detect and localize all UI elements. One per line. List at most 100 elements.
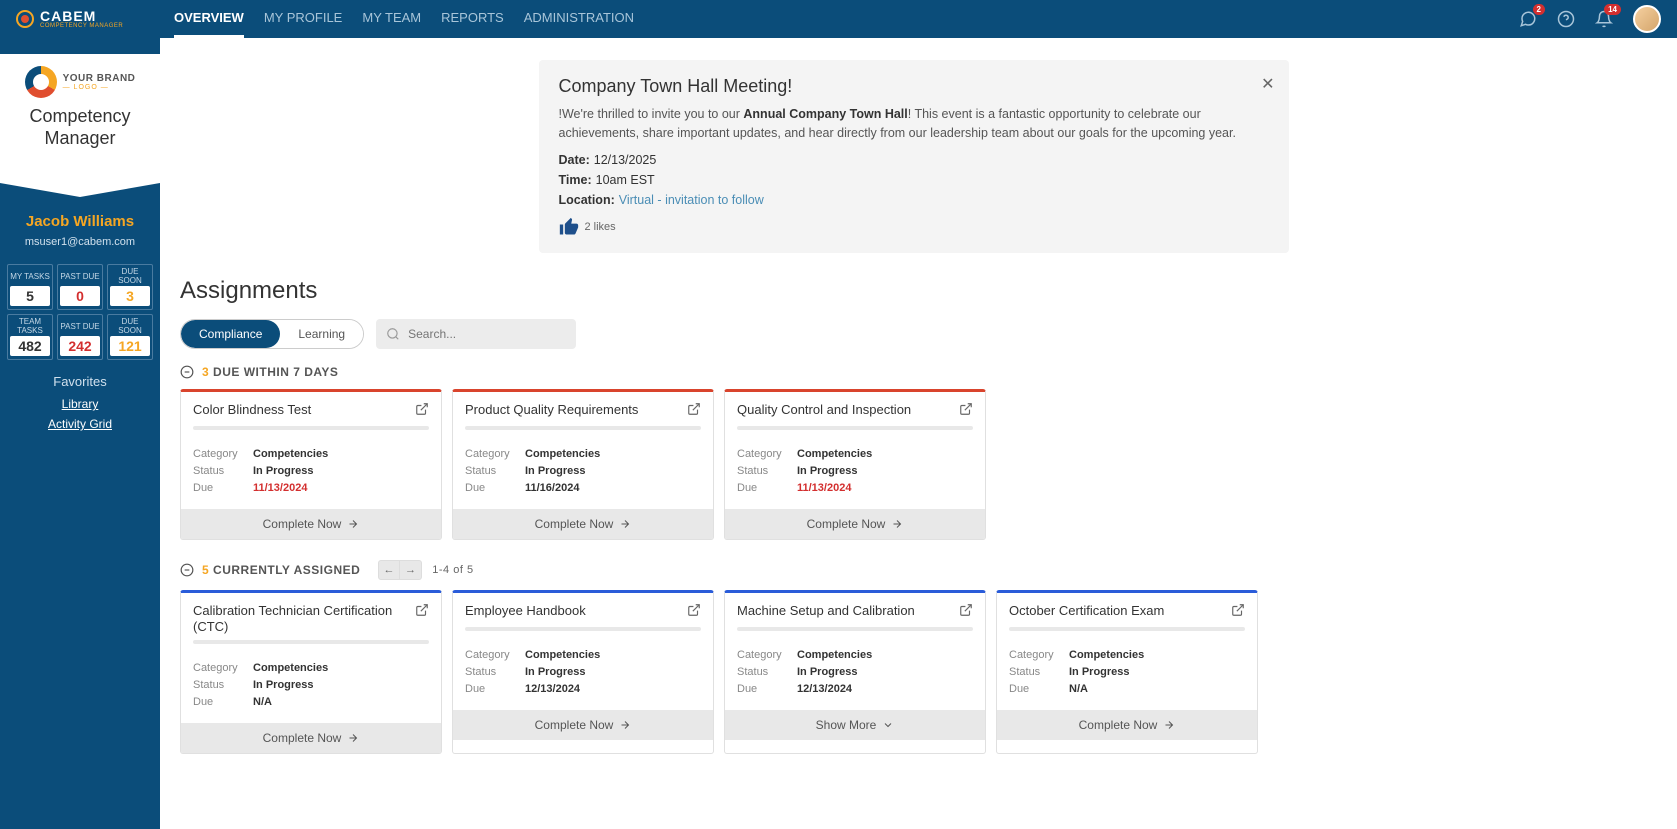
avatar[interactable] [1633,5,1661,33]
cabem-logo-icon [16,10,34,28]
help-icon[interactable] [1557,10,1575,28]
brand-logo: YOUR BRAND — LOGO — [0,66,160,98]
collapse-icon[interactable] [180,563,194,577]
card-status: In Progress [253,465,314,477]
progress-bar [193,640,429,644]
card-due: N/A [1069,683,1088,695]
arrow-right-icon [1163,719,1175,731]
card-action-button[interactable]: Complete Now [997,710,1257,740]
tab-compliance[interactable]: Compliance [181,320,280,348]
open-icon[interactable] [415,603,429,617]
card-due: 11/13/2024 [797,482,851,494]
progress-bar [1009,627,1245,631]
card-category: Competencies [797,649,872,661]
search-input[interactable] [376,319,576,349]
pager-text: 1-4 of 5 [432,564,473,576]
user-email: msuser1@cabem.com [25,236,135,248]
announce-time: Time:10am EST [559,173,1269,187]
card-status: In Progress [797,465,858,477]
cabem-logo-sub: COMPETENCY MANAGER [40,23,123,29]
likes-row[interactable]: 2 likes [559,217,1269,237]
card-title: October Certification Exam [1009,603,1164,620]
group-header: 3 DUE WITHIN 7 DAYS [180,365,1647,379]
user-name: Jacob Williams [26,213,134,230]
topnav-item-administration[interactable]: ADMINISTRATION [524,0,634,38]
card-due: 12/13/2024 [525,683,580,695]
search-icon [386,327,400,341]
brand-text-line1: YOUR BRAND [63,73,136,84]
card-category: Competencies [525,649,600,661]
assignment-card: Product Quality Requirements CategoryCom… [452,389,714,540]
chat-badge: 2 [1533,4,1545,15]
announce-location: Location:Virtual - invitation to follow [559,193,1269,207]
stat-due-soon[interactable]: DUE SOON121 [107,314,153,360]
card-action-button[interactable]: Complete Now [181,723,441,753]
card-title: Product Quality Requirements [465,402,638,419]
stat-past-due[interactable]: PAST DUE242 [57,314,103,360]
open-icon[interactable] [687,402,701,416]
cabem-logo[interactable]: CABEM COMPETENCY MANAGER [16,9,158,29]
card-title: Quality Control and Inspection [737,402,911,419]
cabem-logo-text: CABEM [40,9,123,23]
collapse-icon[interactable] [180,365,194,379]
progress-bar [465,426,701,430]
bell-badge: 14 [1604,4,1621,15]
favorite-activity-grid[interactable]: Activity Grid [48,417,112,431]
card-category: Competencies [253,662,328,674]
stat-due-soon[interactable]: DUE SOON3 [107,264,153,310]
topnav-item-reports[interactable]: REPORTS [441,0,504,38]
arrow-right-icon [347,732,359,744]
assignment-card: October Certification Exam CategoryCompe… [996,590,1258,755]
bell-icon[interactable]: 14 [1595,10,1613,28]
open-icon[interactable] [1231,603,1245,617]
close-icon[interactable]: ✕ [1261,74,1274,94]
progress-bar [465,627,701,631]
announcement: ✕ Company Town Hall Meeting! !We're thri… [539,60,1289,253]
card-status: In Progress [525,666,586,678]
assignments-title: Assignments [180,277,1647,305]
card-due: N/A [253,696,272,708]
brand-ring-icon [25,66,57,98]
favorite-library[interactable]: Library [48,397,112,411]
progress-bar [737,627,973,631]
open-icon[interactable] [687,603,701,617]
chat-icon[interactable]: 2 [1519,10,1537,28]
stat-team-tasks[interactable]: TEAM TASKS482 [7,314,53,360]
card-action-button[interactable]: Complete Now [725,509,985,539]
pager-next[interactable]: → [400,560,422,580]
chevron-down-icon [882,719,894,731]
tab-learning[interactable]: Learning [280,320,363,348]
card-row: Color Blindness Test CategoryCompetencie… [180,389,1647,540]
assignment-card: Quality Control and Inspection CategoryC… [724,389,986,540]
announce-date: Date:12/13/2025 [559,153,1269,167]
open-icon[interactable] [959,603,973,617]
card-status: In Progress [253,679,314,691]
open-icon[interactable] [415,402,429,416]
topnav-item-my-team[interactable]: MY TEAM [362,0,421,38]
stat-grid: MY TASKS5PAST DUE0DUE SOON3 TEAM TASKS482… [0,264,161,360]
app-title: Competency Manager [0,106,160,149]
card-category: Competencies [253,448,328,460]
topnav-right: 2 14 [1519,5,1661,33]
card-status: In Progress [797,666,858,678]
card-title: Calibration Technician Certification (CT… [193,603,409,637]
card-action-button[interactable]: Show More [725,710,985,740]
card-action-button[interactable]: Complete Now [181,509,441,539]
stat-my-tasks[interactable]: MY TASKS5 [7,264,53,310]
card-action-button[interactable]: Complete Now [453,509,713,539]
card-action-button[interactable]: Complete Now [453,710,713,740]
likes-count: 2 likes [585,221,616,233]
announce-title: Company Town Hall Meeting! [559,76,1269,97]
topnav-item-my-profile[interactable]: MY PROFILE [264,0,343,38]
stat-past-due[interactable]: PAST DUE0 [57,264,103,310]
favorites-header: Favorites [53,374,106,389]
arrow-right-icon [619,518,631,530]
card-status: In Progress [525,465,586,477]
open-icon[interactable] [959,402,973,416]
topnav-item-overview[interactable]: OVERVIEW [174,0,244,38]
pager-prev[interactable]: ← [378,560,400,580]
assignment-card: Calibration Technician Certification (CT… [180,590,442,755]
card-status: In Progress [1069,666,1130,678]
card-title: Color Blindness Test [193,402,311,419]
arrow-right-icon [619,719,631,731]
